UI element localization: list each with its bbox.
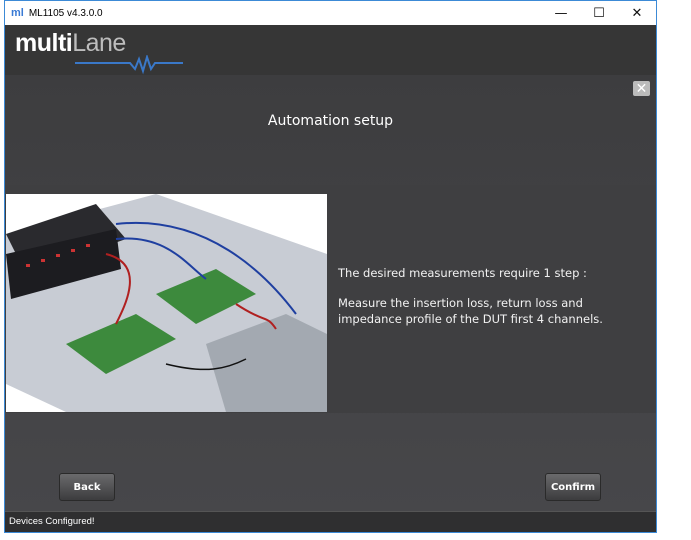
close-window-button[interactable]: ✕ bbox=[618, 1, 656, 25]
status-bar: Devices Configured! bbox=[5, 511, 656, 532]
logo-wave-icon bbox=[75, 55, 183, 75]
instructions-panel: The desired measurements require 1 step … bbox=[338, 265, 648, 341]
maximize-button[interactable]: ☐ bbox=[580, 1, 618, 25]
app-window: ml ML1105 v4.3.0.0 — ☐ ✕ multiLane ✕ Aut… bbox=[4, 0, 657, 533]
confirm-button[interactable]: Confirm bbox=[545, 473, 601, 501]
dialog-heading: Automation setup bbox=[267, 113, 394, 129]
step-description: Measure the insertion loss, return loss … bbox=[338, 296, 603, 326]
back-button[interactable]: Back bbox=[59, 473, 115, 501]
minimize-button[interactable]: — bbox=[542, 1, 580, 25]
multilane-logo: multiLane bbox=[15, 29, 126, 57]
step-count-text: The desired measurements require 1 step … bbox=[338, 266, 587, 280]
app-icon: ml bbox=[11, 7, 24, 19]
automation-dialog: ✕ Automation setup The desired measureme… bbox=[5, 75, 656, 515]
dialog-close-button[interactable]: ✕ bbox=[633, 81, 650, 97]
title-bar: ml ML1105 v4.3.0.0 — ☐ ✕ bbox=[5, 1, 656, 25]
setup-illustration bbox=[6, 194, 327, 412]
brand-header: multiLane bbox=[5, 25, 656, 75]
window-title: ML1105 v4.3.0.0 bbox=[28, 7, 103, 19]
